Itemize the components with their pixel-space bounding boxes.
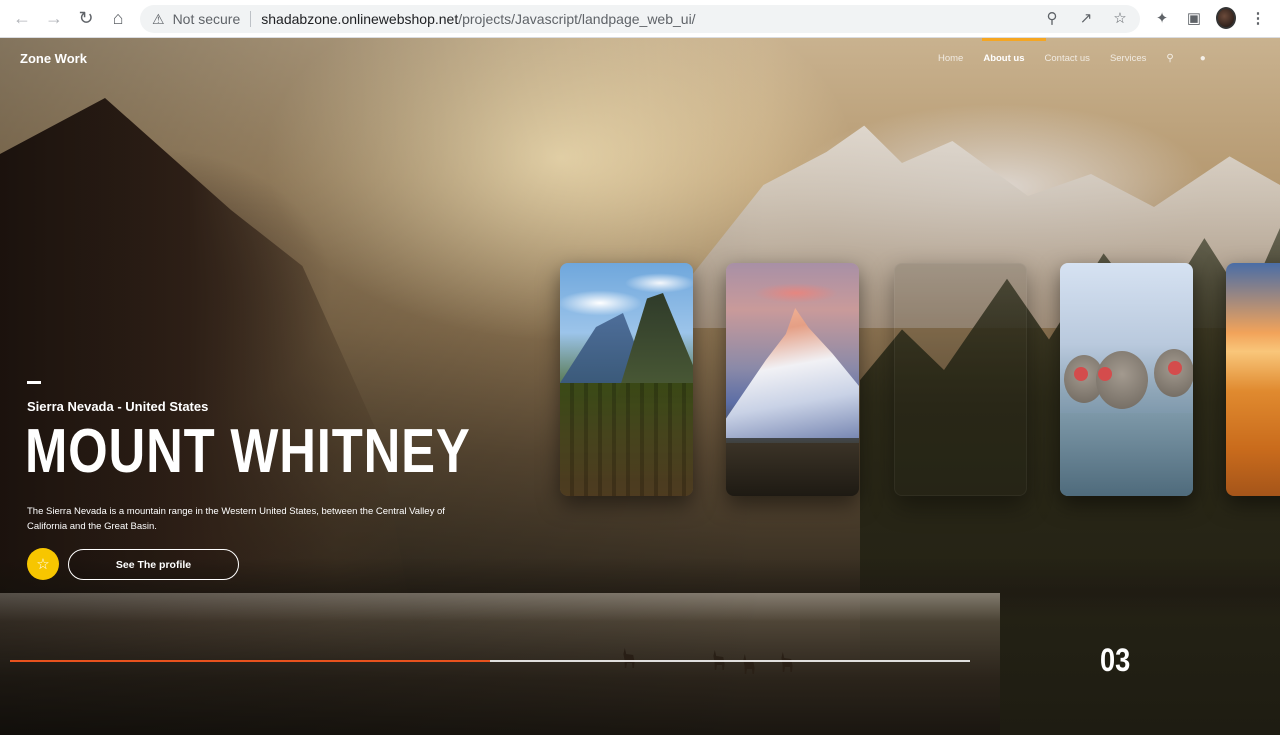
bookmark-star-icon[interactable]: ☆ (1110, 9, 1130, 27)
reload-icon[interactable]: ↻ (70, 3, 102, 35)
nav-contact-us[interactable]: Contact us (1045, 53, 1090, 64)
card-image-layer (1060, 413, 1193, 496)
browser-toolbar: ← → ↻ ⌂ ⚠ Not secure shadabzone.onlinewe… (0, 0, 1280, 38)
extensions-icon[interactable]: ✦ (1152, 9, 1172, 27)
home-icon[interactable]: ⌂ (102, 3, 134, 35)
card-desert-dunes[interactable] (1226, 263, 1280, 496)
share-icon[interactable]: ↗ (1076, 9, 1096, 27)
zoom-icon[interactable]: ⚲ (1042, 9, 1062, 27)
monkey-face (1074, 367, 1088, 381)
site-nav: Home About us Contact us Services ⚲ ● (938, 53, 1206, 64)
card-image-layer (726, 443, 859, 496)
monkey-face (1098, 367, 1112, 381)
slide-number: 03 (1100, 642, 1131, 678)
url-host: shadabzone.onlinewebshop.net (261, 11, 459, 27)
security-label[interactable]: Not secure (173, 11, 241, 27)
nav-home[interactable]: Home (938, 53, 963, 64)
monkey-face (1168, 361, 1182, 375)
sidepanel-icon[interactable]: ▣ (1184, 9, 1204, 27)
card-machu-picchu[interactable] (560, 263, 693, 496)
brand-logo[interactable]: Zone Work (20, 51, 87, 66)
favorite-star-button[interactable]: ☆ (27, 548, 59, 580)
hero-subtitle: Sierra Nevada - United States (27, 399, 209, 414)
search-icon[interactable]: ⚲ (1166, 53, 1173, 64)
slider-progress-track[interactable] (10, 660, 970, 662)
profile-avatar[interactable] (1216, 7, 1236, 29)
nav-active-indicator (982, 38, 1046, 41)
address-bar[interactable]: ⚠ Not secure shadabzone.onlinewebshop.ne… (140, 5, 1140, 33)
star-icon: ☆ (36, 556, 50, 573)
card-image-layer (726, 308, 859, 438)
user-icon[interactable]: ● (1200, 53, 1206, 64)
forward-icon[interactable]: → (38, 3, 70, 35)
warning-icon[interactable]: ⚠ (152, 11, 165, 28)
url-text[interactable]: shadabzone.onlinewebshop.net/projects/Ja… (261, 11, 695, 27)
hero-description: The Sierra Nevada is a mountain range in… (27, 506, 445, 532)
card-snow-peak-sunset[interactable] (726, 263, 859, 496)
nav-services[interactable]: Services (1110, 53, 1146, 64)
see-profile-button[interactable]: See The profile (68, 549, 239, 580)
nav-about-us[interactable]: About us (983, 53, 1024, 64)
url-path: /projects/Javascript/landpage_web_ui/ (458, 11, 696, 27)
card-image-layer (560, 263, 693, 323)
card-image-layer (736, 273, 856, 313)
more-menu-icon[interactable]: ⋮ (1248, 9, 1268, 27)
card-empty[interactable] (894, 263, 1027, 496)
hero-title: MOUNT WHITNEY (25, 417, 471, 486)
slider-progress-fill (10, 660, 490, 662)
back-icon[interactable]: ← (6, 3, 38, 35)
hero-dash (27, 381, 41, 384)
card-snow-monkeys[interactable] (1060, 263, 1193, 496)
landing-page: Zone Work Home About us Contact us Servi… (0, 38, 1280, 735)
divider (250, 11, 252, 27)
card-image-layer (560, 383, 693, 496)
